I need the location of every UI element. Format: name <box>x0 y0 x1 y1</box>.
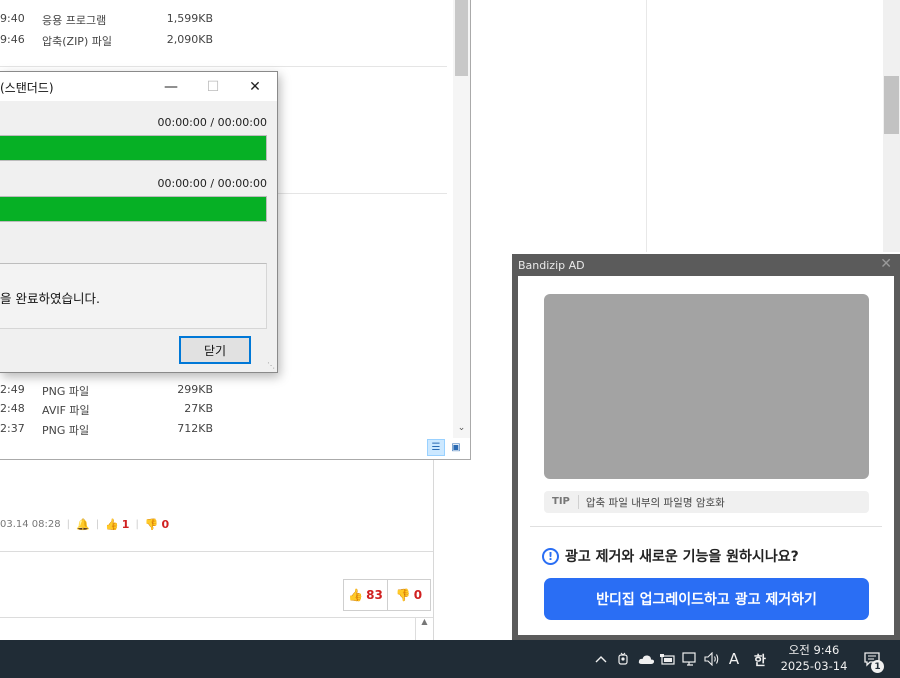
vote-box: 👍 83 👎 0 <box>343 579 431 611</box>
ad-window-title: Bandizip AD <box>518 259 585 272</box>
taskbar-clock[interactable]: 오전 9:46 2025-03-14 <box>778 642 850 674</box>
vote-down-count: 0 <box>413 588 423 602</box>
close-icon[interactable]: ✕ <box>234 72 276 101</box>
dislike-count: 0 <box>161 517 170 531</box>
ime-mode-indicator[interactable]: A <box>725 640 743 678</box>
tip-text: 압축 파일 내부의 파일명 암호화 <box>585 496 725 509</box>
onedrive-cloud-icon[interactable] <box>636 640 656 678</box>
scroll-up-arrow[interactable]: ▲ <box>415 617 433 640</box>
thumbs-down-icon: 👎 <box>395 588 411 602</box>
vote-up-count: 83 <box>366 588 383 602</box>
like-count: 1 <box>121 517 130 531</box>
divider <box>0 66 447 67</box>
network-icon[interactable] <box>681 640 699 678</box>
clock-time: 오전 9:46 <box>788 643 840 657</box>
tip-bar: TIP 압축 파일 내부의 파일명 암호화 <box>544 491 869 513</box>
post-meta: 03.14 08:28 | 🔔 | 👍 1 | 👎 0 <box>0 517 170 531</box>
large-icons-view-icon[interactable]: ▣ <box>447 439 465 456</box>
tip-label: TIP <box>544 495 579 509</box>
ad-window: Bandizip AD ✕ TIP 압축 파일 내부의 파일명 암호화 ! 광고… <box>512 254 900 640</box>
meet-now-icon[interactable] <box>614 640 632 678</box>
info-icon: ! <box>542 547 559 565</box>
progress-bar-2 <box>0 196 267 222</box>
dialog-title: (스탠더드) <box>0 81 54 95</box>
page-scrollbar-thumb[interactable] <box>884 76 899 134</box>
minimize-icon[interactable]: — <box>150 72 192 101</box>
progress-bar-1 <box>0 135 267 161</box>
divider <box>0 617 433 618</box>
maximize-icon: ☐ <box>206 78 220 95</box>
progress-fill-2 <box>0 197 266 221</box>
battery-icon[interactable] <box>659 640 677 678</box>
ad-image[interactable] <box>544 294 869 479</box>
details-view-icon[interactable]: ☰ <box>427 439 445 456</box>
completion-message: 을 완료하였습니다. <box>0 291 100 306</box>
ime-hangul-indicator[interactable]: 한 <box>750 640 770 678</box>
clock-date: 2025-03-14 <box>780 659 848 673</box>
progress-fill-1 <box>0 136 266 160</box>
progress-dialog: (스탠더드) — ☐ ✕ 00:00:00 / 00:00:00 00:00:0… <box>0 71 278 373</box>
notification-badge: 1 <box>871 660 884 673</box>
chevron-down-icon[interactable]: ⌄ <box>453 420 470 437</box>
resize-grip-icon[interactable]: ⋱ <box>267 361 275 370</box>
post-date: 03.14 08:28 <box>0 518 61 530</box>
explorer-scrollbar[interactable]: ⌄ <box>453 0 470 438</box>
thumbs-up-icon: 👍 <box>348 588 364 602</box>
ad-body: TIP 압축 파일 내부의 파일명 암호화 ! 광고 제거와 새로운 기능을 원… <box>518 276 894 635</box>
close-icon[interactable]: ✕ <box>880 256 892 272</box>
vote-up-button[interactable]: 👍 83 <box>344 580 387 610</box>
divider <box>530 526 882 527</box>
volume-icon[interactable] <box>703 640 721 678</box>
vote-down-button[interactable]: 👎 0 <box>387 580 430 610</box>
close-button[interactable]: 닫기 <box>179 336 251 364</box>
dialog-titlebar[interactable]: (스탠더드) — ☐ ✕ <box>0 72 277 101</box>
elapsed-time-1: 00:00:00 / 00:00:00 <box>157 116 267 129</box>
chevron-up-icon[interactable] <box>593 640 609 678</box>
upgrade-question-text: 광고 제거와 새로운 기능을 원하시나요? <box>565 549 799 565</box>
elapsed-time-2: 00:00:00 / 00:00:00 <box>157 177 267 190</box>
explorer-scrollbar-thumb[interactable] <box>455 0 468 76</box>
upgrade-button[interactable]: 반디집 업그레이드하고 광고 제거하기 <box>544 578 869 620</box>
action-center-button[interactable]: 1 <box>857 640 887 678</box>
divider <box>0 551 433 552</box>
upgrade-question: ! 광고 제거와 새로운 기능을 원하시나요? <box>542 546 799 566</box>
bell-icon[interactable]: 🔔 <box>76 518 90 531</box>
taskbar: A 한 오전 9:46 2025-03-14 1 <box>0 640 900 678</box>
thumbs-up-icon[interactable]: 👍 <box>105 518 119 531</box>
thumbs-down-icon[interactable]: 👎 <box>145 518 159 531</box>
